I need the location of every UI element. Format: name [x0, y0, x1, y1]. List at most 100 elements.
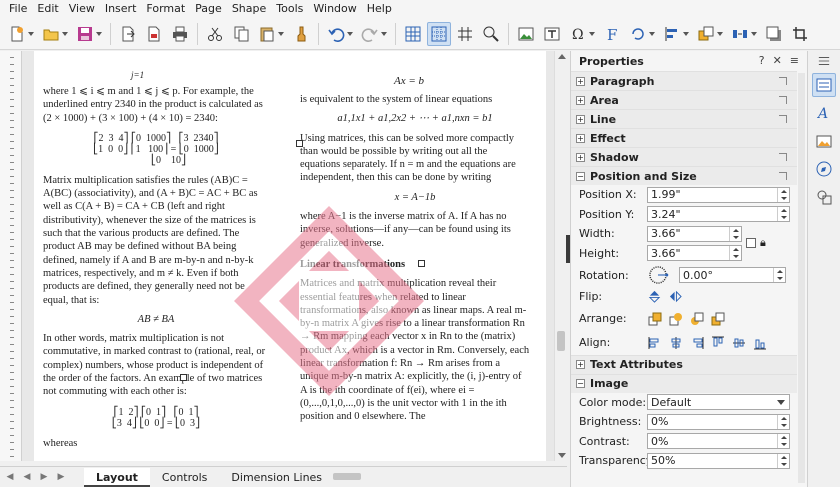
- contrast-field[interactable]: 0%: [647, 433, 790, 450]
- spin-buttons[interactable]: [777, 187, 789, 202]
- height-field[interactable]: 3.66": [647, 245, 742, 262]
- open-button[interactable]: [39, 22, 71, 46]
- horizontal-scrollbar[interactable]: [330, 470, 560, 483]
- align-top-icon[interactable]: [710, 335, 725, 350]
- zoom-button[interactable]: [479, 22, 503, 46]
- align-left-icon[interactable]: [647, 335, 662, 350]
- selection-handle[interactable]: [418, 260, 425, 267]
- selection-handle[interactable]: [296, 140, 303, 147]
- menu-format[interactable]: Format: [141, 0, 190, 18]
- rotation-field[interactable]: 0.00°: [679, 267, 786, 283]
- text-column-right[interactable]: is equivalent to the system of linear eq…: [300, 93, 530, 424]
- menu-file[interactable]: File: [4, 0, 32, 18]
- width-field[interactable]: 3.66": [647, 225, 742, 242]
- align-right-icon[interactable]: [689, 335, 704, 350]
- sidebar-menu-icon[interactable]: [812, 53, 836, 69]
- align-center-icon[interactable]: [668, 335, 683, 350]
- deck-properties-button[interactable]: [812, 73, 836, 97]
- section-image[interactable]: − Image: [571, 373, 797, 393]
- spin-buttons[interactable]: [777, 414, 789, 429]
- more-options-icon[interactable]: [779, 172, 787, 180]
- position-y-field[interactable]: 3.24": [647, 206, 790, 223]
- first-tab-button[interactable]: ◀: [3, 470, 17, 484]
- spin-buttons[interactable]: [729, 226, 741, 241]
- spin-buttons[interactable]: [777, 434, 789, 449]
- menu-icon[interactable]: ≡: [790, 54, 799, 67]
- new-button[interactable]: [5, 22, 37, 46]
- close-icon[interactable]: ✕: [773, 54, 782, 67]
- deck-navigator-button[interactable]: [812, 157, 836, 181]
- more-options-icon[interactable]: [779, 115, 787, 123]
- next-tab-button[interactable]: ▶: [37, 470, 51, 484]
- keep-ratio-checkbox[interactable]: [746, 237, 756, 248]
- print-button[interactable]: [168, 22, 192, 46]
- export-button[interactable]: [116, 22, 140, 46]
- section-position-size[interactable]: − Position and Size: [571, 166, 797, 185]
- menu-edit[interactable]: Edit: [32, 0, 63, 18]
- section-line[interactable]: + Line: [571, 109, 797, 128]
- flip-vertical-icon[interactable]: [647, 289, 662, 304]
- more-options-icon[interactable]: [779, 77, 787, 85]
- brightness-field[interactable]: 0%: [647, 413, 790, 430]
- page[interactable]: j=1 Ax = b where 1 ⩽ i ⩽ m and 1 ⩽ j ⩽ p…: [34, 51, 546, 461]
- distribute-button[interactable]: [728, 22, 760, 46]
- menu-view[interactable]: View: [64, 0, 100, 18]
- helplines-button[interactable]: [427, 21, 451, 46]
- section-area[interactable]: + Area: [571, 90, 797, 109]
- crop-button[interactable]: [788, 22, 812, 46]
- section-effect[interactable]: + Effect: [571, 128, 797, 147]
- send-to-back-icon[interactable]: [710, 311, 725, 326]
- save-button[interactable]: [73, 22, 105, 46]
- scroll-up-arrow[interactable]: [558, 54, 566, 59]
- spin-buttons[interactable]: [729, 246, 741, 261]
- spin-buttons[interactable]: [773, 268, 785, 282]
- selection-handle[interactable]: [180, 374, 187, 381]
- copy-button[interactable]: [229, 22, 253, 46]
- panel-scrollbar[interactable]: [798, 73, 805, 483]
- menu-help[interactable]: Help: [362, 0, 397, 18]
- color-mode-select[interactable]: Default: [647, 394, 790, 411]
- export-pdf-button[interactable]: [142, 22, 166, 46]
- rotate-button[interactable]: [626, 22, 658, 46]
- deck-gallery-button[interactable]: [812, 129, 836, 153]
- spin-buttons[interactable]: [777, 207, 789, 222]
- scroll-down-arrow[interactable]: [558, 453, 566, 458]
- deck-styles-button[interactable]: A: [812, 101, 836, 125]
- align-bottom-icon[interactable]: [752, 335, 767, 350]
- tab-dimension-lines[interactable]: Dimension Lines: [219, 468, 334, 487]
- last-tab-button[interactable]: ▶: [54, 470, 68, 484]
- flip-horizontal-icon[interactable]: [668, 289, 683, 304]
- undo-button[interactable]: [324, 22, 356, 46]
- deck-shapes-button[interactable]: [812, 185, 836, 209]
- rotation-dial-icon[interactable]: [643, 264, 673, 286]
- section-paragraph[interactable]: + Paragraph: [571, 71, 797, 90]
- menu-insert[interactable]: Insert: [100, 0, 142, 18]
- more-options-icon[interactable]: [779, 153, 787, 161]
- bring-to-front-icon[interactable]: [647, 311, 662, 326]
- text-column-left[interactable]: where 1 ⩽ i ⩽ m and 1 ⩽ j ⩽ p. For examp…: [43, 85, 269, 450]
- snap-button[interactable]: [453, 22, 477, 46]
- send-backward-icon[interactable]: [689, 311, 704, 326]
- fontwork-button[interactable]: F: [600, 22, 624, 46]
- section-text-attributes[interactable]: + Text Attributes: [571, 354, 797, 374]
- menu-shape[interactable]: Shape: [227, 0, 271, 18]
- section-shadow[interactable]: + Shadow: [571, 147, 797, 166]
- insert-textbox-button[interactable]: [540, 22, 564, 46]
- menu-tools[interactable]: Tools: [271, 0, 308, 18]
- scroll-thumb[interactable]: [333, 473, 361, 480]
- tab-layout[interactable]: Layout: [84, 467, 150, 487]
- insert-image-button[interactable]: [514, 22, 538, 46]
- menu-window[interactable]: Window: [308, 0, 361, 18]
- transparency-field[interactable]: 50%: [647, 452, 790, 469]
- grid-button[interactable]: [401, 22, 425, 46]
- align-button[interactable]: [660, 22, 692, 46]
- paste-button[interactable]: [255, 22, 287, 46]
- shadow-button[interactable]: [762, 22, 786, 46]
- special-character-button[interactable]: Ω: [566, 22, 598, 46]
- more-options-icon[interactable]: [779, 96, 787, 104]
- arrange-button[interactable]: [694, 22, 726, 46]
- bring-forward-icon[interactable]: [668, 311, 683, 326]
- position-x-field[interactable]: 1.99": [647, 186, 790, 203]
- spin-buttons[interactable]: [777, 453, 789, 468]
- document-canvas[interactable]: j=1 Ax = b where 1 ⩽ i ⩽ m and 1 ⩽ j ⩽ p…: [22, 51, 554, 461]
